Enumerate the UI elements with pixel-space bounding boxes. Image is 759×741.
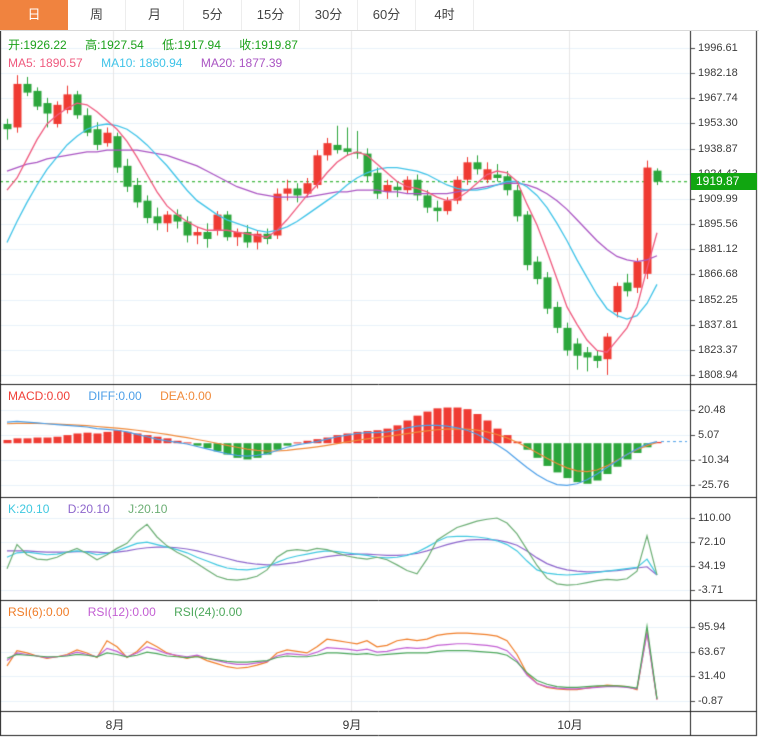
- tab-30min[interactable]: 30分: [300, 0, 358, 30]
- close-value: 收:1919.87: [239, 38, 298, 52]
- y-axis-label: 1953.30: [698, 117, 738, 130]
- y-axis-label: 1996.61: [698, 42, 738, 54]
- tab-60min[interactable]: 60分: [358, 0, 416, 30]
- y-axis-label: 1852.25: [698, 293, 738, 306]
- rsi6-value: RSI(6):0.00: [8, 605, 70, 619]
- low-value: 低:1917.94: [162, 38, 221, 52]
- y-axis-label: -10.34: [698, 453, 730, 466]
- ma-legend: MA5: 1890.57 MA10: 1860.94 MA20: 1877.39: [8, 56, 297, 70]
- kline-chart-app: 日 周 月 5分 15分 30分 60分 4时 开:1926.22 高:1927…: [0, 0, 759, 741]
- rsi12-value: RSI(12):0.00: [87, 605, 156, 619]
- y-axis-label: 20.48: [698, 404, 726, 416]
- y-axis-label: 1938.87: [698, 142, 738, 155]
- d-value: D:20.10: [67, 502, 110, 516]
- open-value: 开:1926.22: [8, 38, 67, 52]
- y-axis-label: 110.00: [698, 512, 731, 524]
- k-value: K:20.10: [8, 502, 50, 516]
- ma10-value: MA10: 1860.94: [101, 56, 183, 70]
- kdj-legend: K:20.10 D:20.10 J:20.10: [8, 502, 182, 516]
- current-price-tag: 1919.87: [691, 173, 757, 190]
- y-axis-label: 1866.68: [698, 268, 738, 281]
- y-axis-label: 1837.81: [698, 318, 738, 331]
- y-axis-label: 1895.56: [698, 218, 738, 231]
- y-axis-label: 1982.18: [698, 67, 738, 80]
- ma5-value: MA5: 1890.57: [8, 56, 83, 70]
- y-axis-label: -25.76: [698, 479, 730, 491]
- x-axis-label-august: 8月: [105, 718, 125, 732]
- chart-canvas[interactable]: [0, 0, 759, 741]
- y-axis-label: 1808.94: [698, 369, 738, 381]
- macd-value: MACD:0.00: [8, 389, 71, 403]
- y-axis-label: 1881.12: [698, 243, 738, 256]
- y-axis-label: 1967.74: [698, 92, 738, 105]
- tab-monthly[interactable]: 月: [126, 0, 184, 30]
- tab-5min[interactable]: 5分: [184, 0, 242, 30]
- rsi24-value: RSI(24):0.00: [174, 605, 243, 619]
- x-axis-label-september: 9月: [342, 718, 362, 732]
- dea-value: DEA:0.00: [160, 389, 212, 403]
- macd-legend: MACD:0.00 DIFF:0.00 DEA:0.00: [8, 389, 226, 403]
- diff-value: DIFF:0.00: [88, 389, 142, 403]
- tab-daily[interactable]: 日: [0, 0, 68, 30]
- tab-4hour[interactable]: 4时: [416, 0, 474, 30]
- y-axis-label: 1909.99: [698, 192, 738, 205]
- y-axis-label: 31.40: [698, 670, 726, 683]
- rsi-legend: RSI(6):0.00 RSI(12):0.00 RSI(24):0.00: [8, 605, 257, 619]
- j-value: J:20.10: [128, 502, 168, 516]
- y-axis-label: 5.07: [698, 428, 720, 441]
- y-axis-label: -3.71: [698, 584, 724, 596]
- y-axis-label: 95.94: [698, 621, 726, 633]
- high-value: 高:1927.54: [85, 38, 144, 52]
- y-axis-label: 72.10: [698, 535, 726, 548]
- y-axis-label: 63.67: [698, 645, 726, 658]
- y-axis-label: 1823.37: [698, 343, 738, 356]
- y-axis-label: -0.87: [698, 695, 724, 707]
- ohlc-legend: 开:1926.22 高:1927.54 低:1917.94 收:1919.87: [8, 36, 313, 53]
- timeframe-tabbar: 日 周 月 5分 15分 30分 60分 4时: [0, 0, 759, 31]
- y-axis-label: 34.19: [698, 560, 726, 572]
- ma20-value: MA20: 1877.39: [200, 56, 283, 70]
- tab-weekly[interactable]: 周: [68, 0, 126, 30]
- tab-15min[interactable]: 15分: [242, 0, 300, 30]
- x-axis-label-october: 10月: [557, 718, 583, 732]
